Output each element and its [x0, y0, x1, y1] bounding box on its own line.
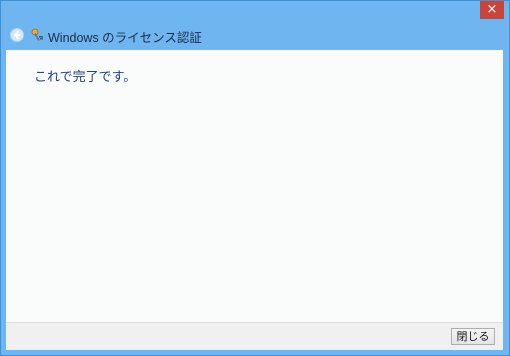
close-button[interactable]: 閉じる — [451, 328, 495, 345]
back-arrow-icon — [13, 30, 21, 40]
window-title: Windows のライセンス認証 — [48, 31, 202, 45]
dialog-window: × Windows のライセンス認証 これで完了です。 閉じる — [0, 0, 510, 356]
close-icon: × — [486, 2, 498, 17]
header-row: Windows のライセンス認証 — [1, 23, 509, 49]
content-area: これで完了です。 — [6, 50, 503, 322]
back-button[interactable] — [10, 28, 24, 42]
completion-message: これで完了です。 — [34, 70, 137, 85]
close-window-button[interactable]: × — [480, 1, 504, 19]
footer-bar: 閉じる — [6, 322, 503, 350]
title-bar[interactable]: × — [1, 1, 509, 23]
license-key-icon — [31, 28, 43, 41]
